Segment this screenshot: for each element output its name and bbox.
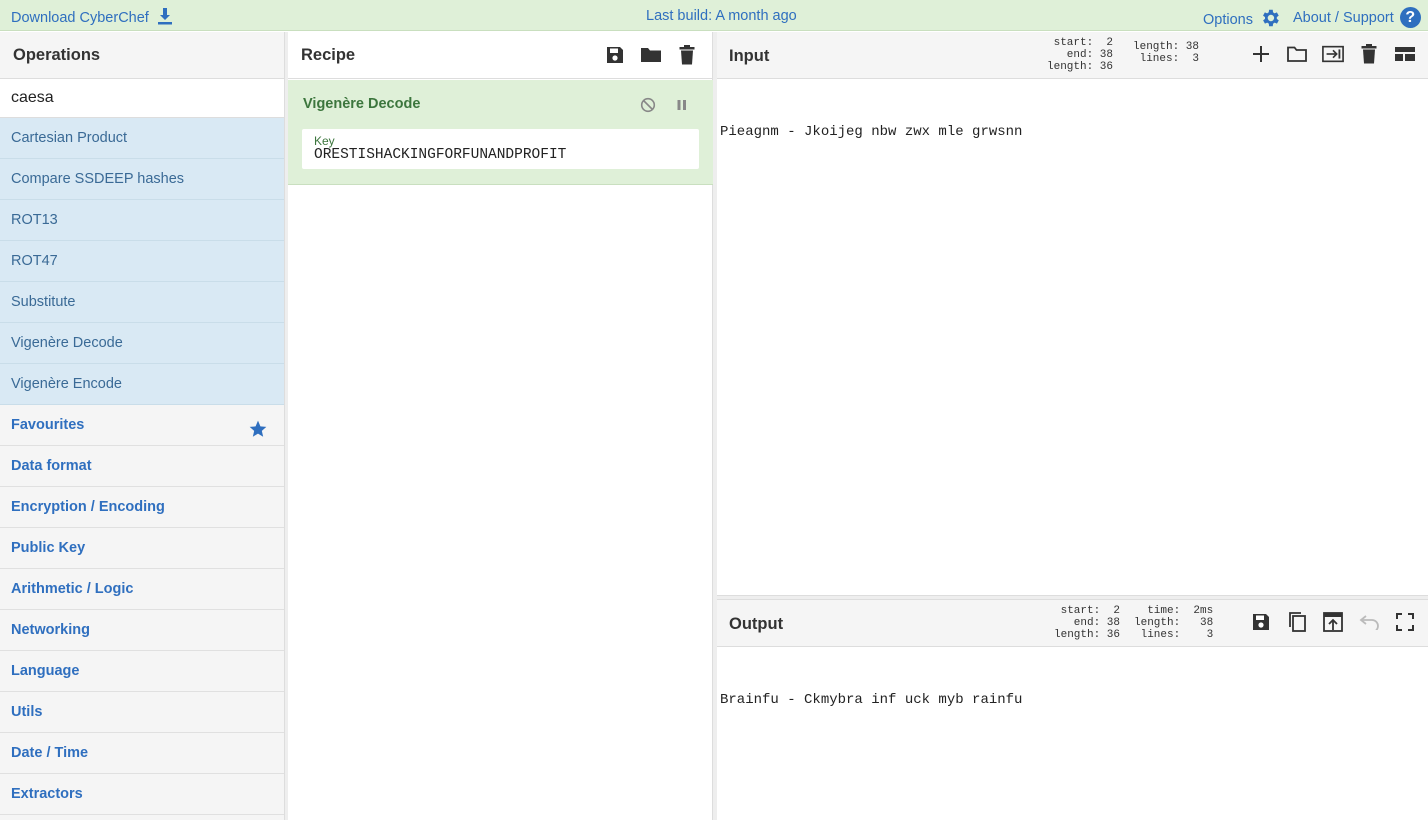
input-title: Input <box>729 47 770 65</box>
operations-search-input[interactable]: caesa <box>0 79 284 118</box>
reset-layout-icon[interactable] <box>1394 42 1416 66</box>
op-result-compare-ssdeep[interactable]: Compare SSDEEP hashes <box>0 159 284 200</box>
op-result-rot13[interactable]: ROT13 <box>0 200 284 241</box>
open-folder-icon[interactable] <box>1286 42 1308 66</box>
output-title: Output <box>729 615 784 633</box>
disable-operation-icon[interactable] <box>637 93 659 117</box>
category-public-key[interactable]: Public Key <box>0 528 284 569</box>
options-label: Options <box>1203 12 1253 28</box>
op-result-substitute[interactable]: Substitute <box>0 282 284 323</box>
save-output-icon[interactable] <box>1250 610 1272 634</box>
top-banner: Download CyberChef Last build: A month a… <box>0 0 1428 31</box>
op-result-cartesian-product[interactable]: Cartesian Product <box>0 118 284 159</box>
category-arithmetic-logic[interactable]: Arithmetic / Logic <box>0 569 284 610</box>
op-result-vigenere-decode[interactable]: Vigenère Decode <box>0 323 284 364</box>
open-file-input-icon[interactable] <box>1322 42 1344 66</box>
input-panel: Input start: 2 end: 38 length: 36 length… <box>717 32 1428 595</box>
output-textarea[interactable]: Brainfu - Ckmybra inf uck myb rainfu <box>720 692 1022 708</box>
input-length-stats: length: 38 lines: 3 <box>1133 41 1200 65</box>
last-build-text: Last build: A month ago <box>646 8 797 24</box>
category-extractors[interactable]: Extractors <box>0 774 284 815</box>
gear-icon <box>1259 7 1281 33</box>
operations-title: Operations <box>0 32 284 79</box>
add-input-plus-icon[interactable] <box>1250 42 1272 66</box>
category-utils[interactable]: Utils <box>0 692 284 733</box>
download-icon <box>157 7 173 29</box>
category-favourites[interactable]: Favourites <box>0 405 284 446</box>
recipe-title: Recipe <box>301 46 356 64</box>
category-encryption-encoding[interactable]: Encryption / Encoding <box>0 487 284 528</box>
category-date-time[interactable]: Date / Time <box>0 733 284 774</box>
key-label: Key <box>314 134 335 148</box>
output-panel: Output start: 2 end: 38 length: 36 time:… <box>717 600 1428 820</box>
save-recipe-icon[interactable] <box>604 43 626 67</box>
pause-icon[interactable] <box>671 93 693 117</box>
output-selection-stats: start: 2 end: 38 length: 36 <box>1054 605 1121 641</box>
op-result-vigenere-encode[interactable]: Vigenère Encode <box>0 364 284 405</box>
clear-recipe-trash-icon[interactable] <box>676 43 698 67</box>
input-selection-stats: start: 2 end: 38 length: 36 <box>1047 37 1114 73</box>
recipe-panel: Recipe Vigenère Decode Key ORESTISHACKIN… <box>288 32 713 820</box>
load-recipe-folder-icon[interactable] <box>640 43 662 67</box>
search-results: Cartesian Product Compare SSDEEP hashes … <box>0 118 284 405</box>
op-result-rot47[interactable]: ROT47 <box>0 241 284 282</box>
maximise-output-icon[interactable] <box>1394 610 1416 634</box>
output-time-stats: time: 2ms length: 38 lines: 3 <box>1134 605 1214 641</box>
output-header: Output start: 2 end: 38 length: 36 time:… <box>717 600 1428 647</box>
about-label: About / Support <box>1293 9 1394 26</box>
undo-icon[interactable] <box>1358 610 1380 634</box>
category-list: Favourites Data format Encryption / Enco… <box>0 405 284 815</box>
replace-input-with-output-icon[interactable] <box>1322 610 1344 634</box>
operations-panel: Operations caesa Cartesian Product Compa… <box>0 32 285 820</box>
download-link[interactable]: Download CyberChef <box>11 7 173 29</box>
download-label: Download CyberChef <box>11 10 149 26</box>
clear-input-trash-icon[interactable] <box>1358 42 1380 66</box>
input-textarea[interactable]: Pieagnm - Jkoijeg nbw zwx mle grwsnn <box>720 124 1022 140</box>
category-networking[interactable]: Networking <box>0 610 284 651</box>
key-field[interactable]: Key ORESTISHACKINGFORFUNANDPROFIT <box>302 129 699 169</box>
copy-output-icon[interactable] <box>1286 610 1308 634</box>
recipe-operation-card[interactable]: Vigenère Decode Key ORESTISHACKINGFORFUN… <box>288 80 713 185</box>
category-data-format[interactable]: Data format <box>0 446 284 487</box>
input-header: Input start: 2 end: 38 length: 36 length… <box>717 32 1428 79</box>
recipe-operation-name: Vigenère Decode <box>303 96 421 112</box>
options-button[interactable]: Options <box>1203 7 1281 33</box>
help-icon: ? <box>1399 7 1421 28</box>
recipe-header: Recipe <box>288 32 712 79</box>
key-input[interactable]: ORESTISHACKINGFORFUNANDPROFIT <box>314 147 687 163</box>
category-language[interactable]: Language <box>0 651 284 692</box>
about-support-button[interactable]: About / Support ? <box>1293 7 1421 28</box>
category-label: Favourites <box>11 417 85 433</box>
